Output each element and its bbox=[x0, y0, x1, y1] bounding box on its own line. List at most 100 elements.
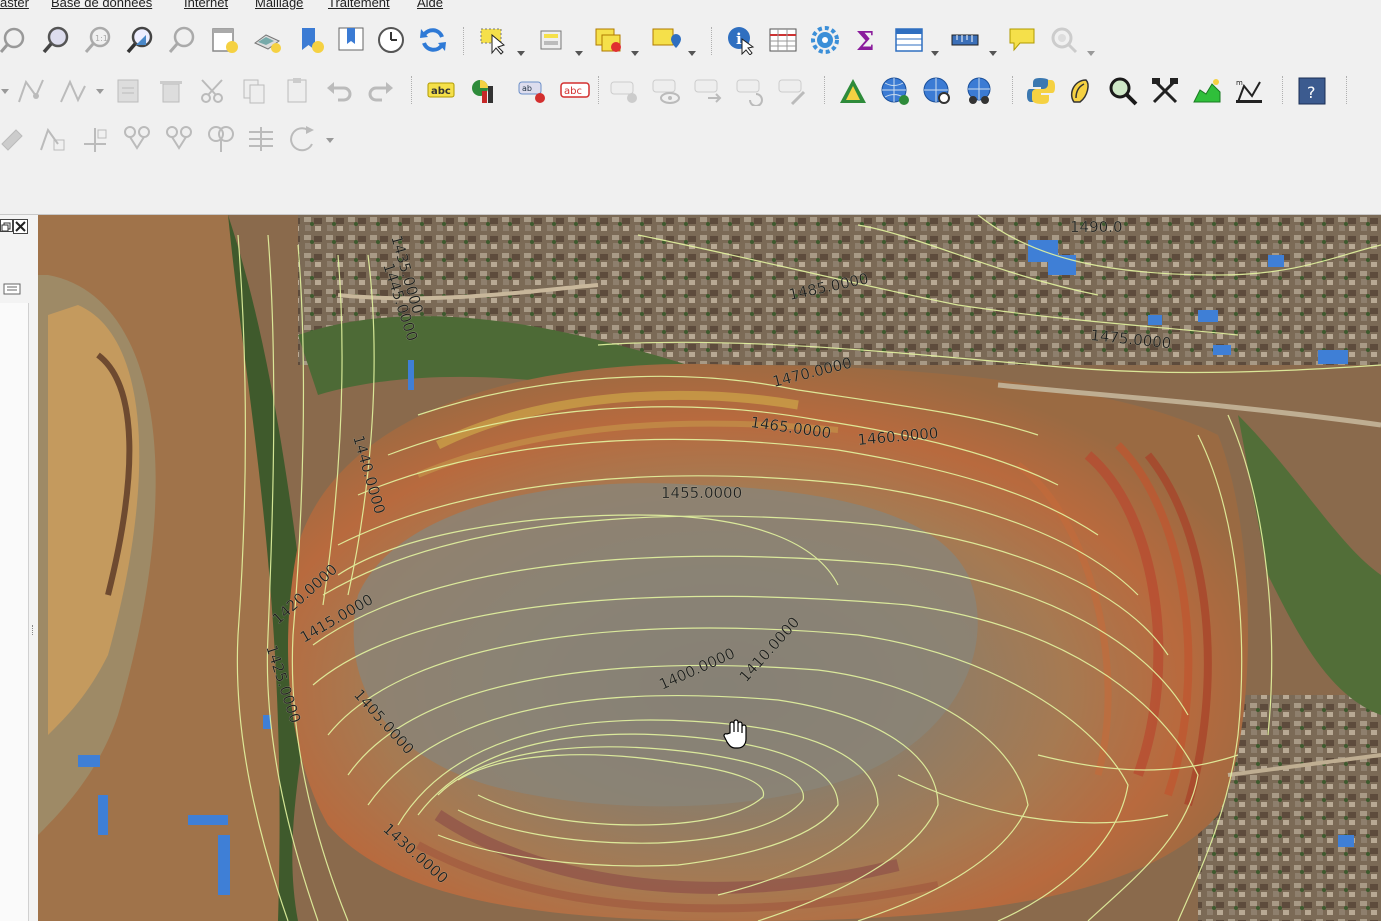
zoom-last-icon[interactable] bbox=[168, 25, 198, 55]
close-icon[interactable] bbox=[13, 219, 28, 234]
rotate-label-icon[interactable] bbox=[736, 76, 766, 106]
menu-internet[interactable]: Internet bbox=[184, 0, 228, 10]
chevron-down-icon[interactable] bbox=[95, 86, 105, 96]
svg-text:Σ: Σ bbox=[856, 27, 874, 55]
chevron-down-icon[interactable] bbox=[930, 48, 940, 58]
map-canvas[interactable]: 1490.0 1485.0000 1475.0000 1470.0000 146… bbox=[38, 215, 1381, 921]
label-icon[interactable]: abc bbox=[426, 76, 456, 106]
menu-bar: aster Base de données Internet Maillage … bbox=[0, 0, 1381, 12]
toolbar-separator bbox=[463, 27, 466, 55]
toolbar-separator bbox=[1346, 76, 1349, 104]
empty-toolbar-row bbox=[0, 163, 1381, 215]
contour-label: 1490.0 bbox=[1070, 218, 1123, 236]
delete-icon[interactable] bbox=[156, 76, 186, 106]
aerial-imagery: 1490.0 1485.0000 1475.0000 1470.0000 146… bbox=[38, 215, 1381, 921]
python-icon[interactable] bbox=[1026, 76, 1056, 106]
pencil-icon[interactable] bbox=[0, 124, 30, 154]
chevron-down-icon[interactable] bbox=[1086, 48, 1096, 58]
change-label-icon[interactable] bbox=[778, 76, 808, 106]
reshape-icon[interactable] bbox=[206, 124, 236, 154]
tools-icon[interactable] bbox=[1150, 76, 1180, 106]
split-icon[interactable] bbox=[80, 124, 110, 154]
temporal-icon[interactable] bbox=[376, 25, 406, 55]
select-by-value-icon[interactable] bbox=[538, 25, 568, 55]
measure-icon[interactable] bbox=[950, 25, 980, 55]
left-dock-panel bbox=[0, 215, 38, 921]
show-hide-label-icon[interactable] bbox=[652, 76, 682, 106]
mesh-tool-icon[interactable]: m bbox=[1234, 76, 1264, 106]
chevron-down-icon[interactable] bbox=[687, 48, 697, 58]
svg-text:i: i bbox=[736, 30, 742, 48]
globe-add-icon[interactable] bbox=[880, 76, 910, 106]
grass-icon[interactable] bbox=[1066, 76, 1096, 106]
zoom-native-icon[interactable]: 1:1 bbox=[84, 25, 114, 55]
svg-text:?: ? bbox=[1307, 83, 1316, 102]
new-bookmark-icon[interactable] bbox=[296, 25, 326, 55]
label-tool-icon[interactable] bbox=[610, 76, 640, 106]
show-bookmarks-icon[interactable] bbox=[336, 25, 366, 55]
move-label-icon[interactable] bbox=[694, 76, 724, 106]
chevron-down-icon[interactable] bbox=[574, 48, 584, 58]
editing-toolbar: abc ab abc m ? bbox=[0, 66, 1381, 116]
menu-processing[interactable]: Traitement bbox=[328, 0, 390, 10]
diagram-icon[interactable] bbox=[468, 76, 498, 106]
open-table-icon[interactable] bbox=[894, 25, 924, 55]
pin-label-icon[interactable]: ab bbox=[518, 76, 548, 106]
highlight-label-icon[interactable]: abc bbox=[560, 76, 590, 106]
attribute-table-icon[interactable] bbox=[768, 25, 798, 55]
search-icon[interactable] bbox=[1108, 76, 1138, 106]
undo-icon[interactable] bbox=[324, 76, 354, 106]
svg-text:abc: abc bbox=[564, 86, 582, 97]
locator-icon[interactable] bbox=[1049, 25, 1079, 55]
offset-icon[interactable] bbox=[246, 124, 276, 154]
zoom-to-layer-icon[interactable] bbox=[126, 25, 156, 55]
toolbar-separator bbox=[598, 76, 601, 104]
add-ring-icon[interactable] bbox=[38, 124, 68, 154]
identify-icon[interactable]: i bbox=[726, 25, 756, 55]
new-3d-view-icon[interactable] bbox=[252, 25, 282, 55]
svg-text:m: m bbox=[1236, 79, 1243, 87]
zoom-in-icon[interactable] bbox=[42, 25, 72, 55]
new-map-view-icon[interactable] bbox=[210, 25, 240, 55]
save-edits-icon[interactable] bbox=[114, 76, 144, 106]
panel-toolbar-icon[interactable] bbox=[0, 279, 24, 299]
globe-search-icon[interactable] bbox=[922, 76, 952, 106]
merge-icon[interactable] bbox=[122, 124, 152, 154]
chevron-down-icon[interactable] bbox=[630, 48, 640, 58]
paste-icon[interactable] bbox=[282, 76, 312, 106]
contour-label: 1455.0000 bbox=[661, 484, 742, 502]
zoom-icon[interactable] bbox=[0, 25, 30, 55]
chevron-down-icon[interactable] bbox=[325, 135, 335, 145]
chevron-down-icon[interactable] bbox=[516, 48, 526, 58]
menu-raster[interactable]: aster bbox=[0, 0, 29, 10]
menu-mesh[interactable]: Maillage bbox=[255, 0, 303, 10]
chevron-down-icon[interactable] bbox=[0, 86, 10, 96]
profile-icon[interactable] bbox=[1192, 76, 1222, 106]
deselect-icon[interactable] bbox=[594, 25, 624, 55]
help-icon[interactable]: ? bbox=[1297, 76, 1327, 106]
rotate-icon[interactable] bbox=[288, 124, 318, 154]
map-tips-icon[interactable] bbox=[1007, 25, 1037, 55]
menu-help[interactable]: Aide bbox=[417, 0, 443, 10]
copy-icon[interactable] bbox=[240, 76, 270, 106]
float-panel-icon[interactable] bbox=[0, 219, 13, 232]
vertex-tool-icon[interactable] bbox=[58, 76, 88, 106]
select-features-icon[interactable] bbox=[478, 25, 508, 55]
globe-network-icon[interactable] bbox=[964, 76, 994, 106]
cut-icon[interactable] bbox=[198, 76, 228, 106]
merge-attrs-icon[interactable] bbox=[164, 124, 194, 154]
select-location-icon[interactable] bbox=[651, 25, 681, 55]
chevron-down-icon[interactable] bbox=[988, 48, 998, 58]
svg-text:1:1: 1:1 bbox=[95, 34, 108, 43]
refresh-icon[interactable] bbox=[418, 25, 448, 55]
processing-toolbox-icon[interactable] bbox=[810, 25, 840, 55]
toolbar-separator bbox=[1012, 76, 1015, 104]
statistics-icon[interactable]: Σ bbox=[852, 25, 882, 55]
georeferencer-icon[interactable] bbox=[838, 76, 868, 106]
menu-database[interactable]: Base de données bbox=[51, 0, 152, 10]
layer-tree-strip[interactable] bbox=[0, 303, 29, 921]
digitize-icon[interactable] bbox=[16, 76, 46, 106]
redo-icon[interactable] bbox=[366, 76, 396, 106]
svg-text:abc: abc bbox=[431, 86, 451, 97]
splitter-handle[interactable] bbox=[32, 625, 37, 635]
